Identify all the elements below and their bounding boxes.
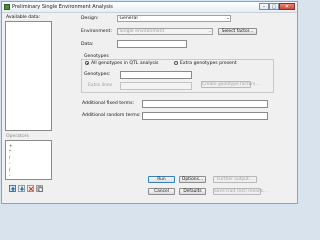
environment-select[interactable]: Single environment bbox=[117, 28, 213, 35]
clear-icon[interactable] bbox=[27, 185, 34, 192]
available-data-list[interactable] bbox=[5, 21, 52, 131]
available-data-label: Available data: bbox=[6, 15, 41, 20]
copy-icon[interactable] bbox=[36, 185, 43, 192]
maximize-button[interactable]: ▢ bbox=[269, 3, 279, 10]
dialog-window: Preliminary Single Environment Analysis … bbox=[1, 1, 298, 204]
design-select[interactable]: General bbox=[117, 15, 231, 22]
data-label: Data: bbox=[81, 42, 94, 47]
chevron-down-icon bbox=[209, 30, 211, 32]
chevron-down-icon bbox=[227, 17, 229, 19]
cancel-button[interactable]: Cancel bbox=[148, 188, 175, 195]
close-button[interactable]: ✕ bbox=[279, 3, 295, 10]
genotypes-field-label: Genotypes: bbox=[84, 72, 111, 77]
select-factor-button[interactable]: Select factor... bbox=[218, 28, 257, 35]
operator-item[interactable]: - bbox=[9, 173, 10, 178]
extra-genotypes-radio[interactable] bbox=[174, 61, 178, 65]
app-icon bbox=[4, 4, 10, 10]
move-up-icon[interactable] bbox=[9, 185, 16, 192]
run-button[interactable]: Run bbox=[148, 176, 175, 183]
operator-item[interactable]: / bbox=[9, 155, 10, 160]
window-title: Preliminary Single Environment Analysis bbox=[12, 3, 113, 10]
design-value: General bbox=[119, 16, 138, 21]
operator-item[interactable]: * bbox=[9, 149, 11, 154]
environment-label: Environment: bbox=[81, 29, 112, 34]
window-controls: – ▢ ✕ bbox=[259, 3, 295, 10]
defaults-button[interactable]: Defaults bbox=[179, 188, 206, 195]
extra-genotypes-label: Extra genotypes present bbox=[180, 61, 237, 66]
fixed-terms-input[interactable] bbox=[142, 100, 268, 108]
options-button[interactable]: Options... bbox=[179, 176, 206, 183]
design-label: Design: bbox=[81, 16, 99, 21]
operators-list[interactable]: + * / - / - bbox=[5, 140, 52, 180]
data-input[interactable] bbox=[117, 40, 187, 48]
operator-item[interactable]: - bbox=[9, 161, 10, 166]
minimize-button[interactable]: – bbox=[259, 3, 269, 10]
environment-value: Single environment bbox=[119, 29, 165, 34]
move-down-icon[interactable] bbox=[18, 185, 25, 192]
extra-lines-label: Extra lines bbox=[88, 83, 113, 88]
all-genotypes-label: All genotypes in QTL analysis bbox=[91, 61, 159, 66]
random-terms-input[interactable] bbox=[142, 112, 268, 120]
operators-label: Operators bbox=[6, 134, 29, 139]
fixed-terms-label: Additional fixed terms: bbox=[82, 101, 135, 106]
all-genotypes-radio[interactable] bbox=[85, 61, 89, 65]
operator-item[interactable]: + bbox=[9, 143, 12, 148]
save-trait-means-button[interactable]: Save trait (est) means... bbox=[213, 188, 267, 195]
create-genotype-factors-button[interactable]: Create genotype factors... bbox=[201, 81, 259, 88]
genotypes-input[interactable] bbox=[120, 71, 192, 79]
operator-item[interactable]: / bbox=[9, 167, 10, 172]
random-terms-label: Additional random terms: bbox=[82, 113, 141, 118]
title-bar: Preliminary Single Environment Analysis … bbox=[2, 2, 297, 13]
extra-lines-input[interactable] bbox=[120, 82, 192, 90]
further-output-button[interactable]: Further output... bbox=[213, 176, 257, 183]
